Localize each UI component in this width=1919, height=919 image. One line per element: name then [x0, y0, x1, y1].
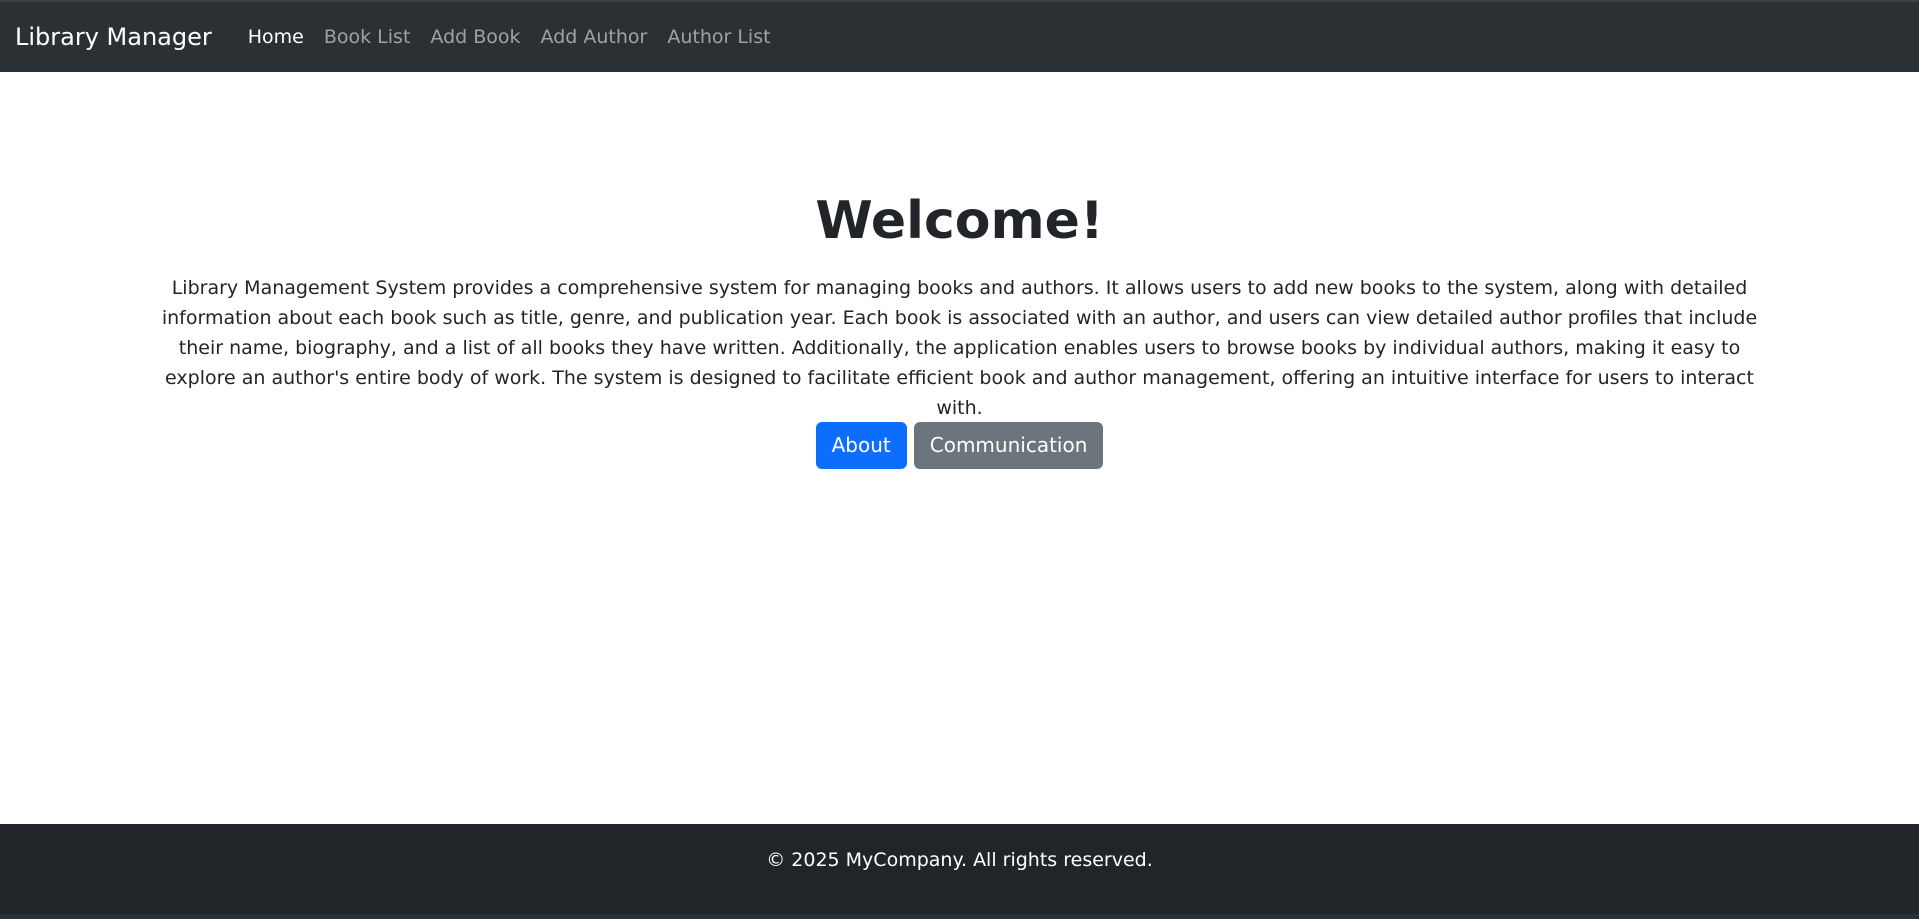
nav-links: Home Book List Add Book Add Author Autho… — [238, 26, 781, 48]
nav-link-add-book[interactable]: Add Book — [420, 26, 530, 48]
nav-link-home[interactable]: Home — [238, 26, 314, 48]
nav-link-author-list[interactable]: Author List — [657, 26, 780, 48]
main-content: Welcome! Library Management System provi… — [0, 72, 1919, 824]
nav-link-add-author[interactable]: Add Author — [531, 26, 658, 48]
action-buttons: About Communication — [0, 422, 1919, 469]
communication-button[interactable]: Communication — [913, 422, 1104, 469]
nav-link-book-list[interactable]: Book List — [314, 26, 421, 48]
welcome-heading: Welcome! — [815, 191, 1104, 251]
footer: © 2025 MyCompany. All rights reserved. — [0, 824, 1919, 919]
copyright-text: © 2025 MyCompany. All rights reserved. — [766, 849, 1153, 871]
top-navbar: Library Manager Home Book List Add Book … — [0, 0, 1919, 72]
description-text: Library Management System provides a com… — [161, 277, 1758, 419]
footer-bottom-strip — [0, 914, 1919, 919]
about-button[interactable]: About — [815, 422, 907, 469]
page: Library Manager Home Book List Add Book … — [0, 0, 1919, 919]
navbar-brand[interactable]: Library Manager — [15, 23, 212, 51]
